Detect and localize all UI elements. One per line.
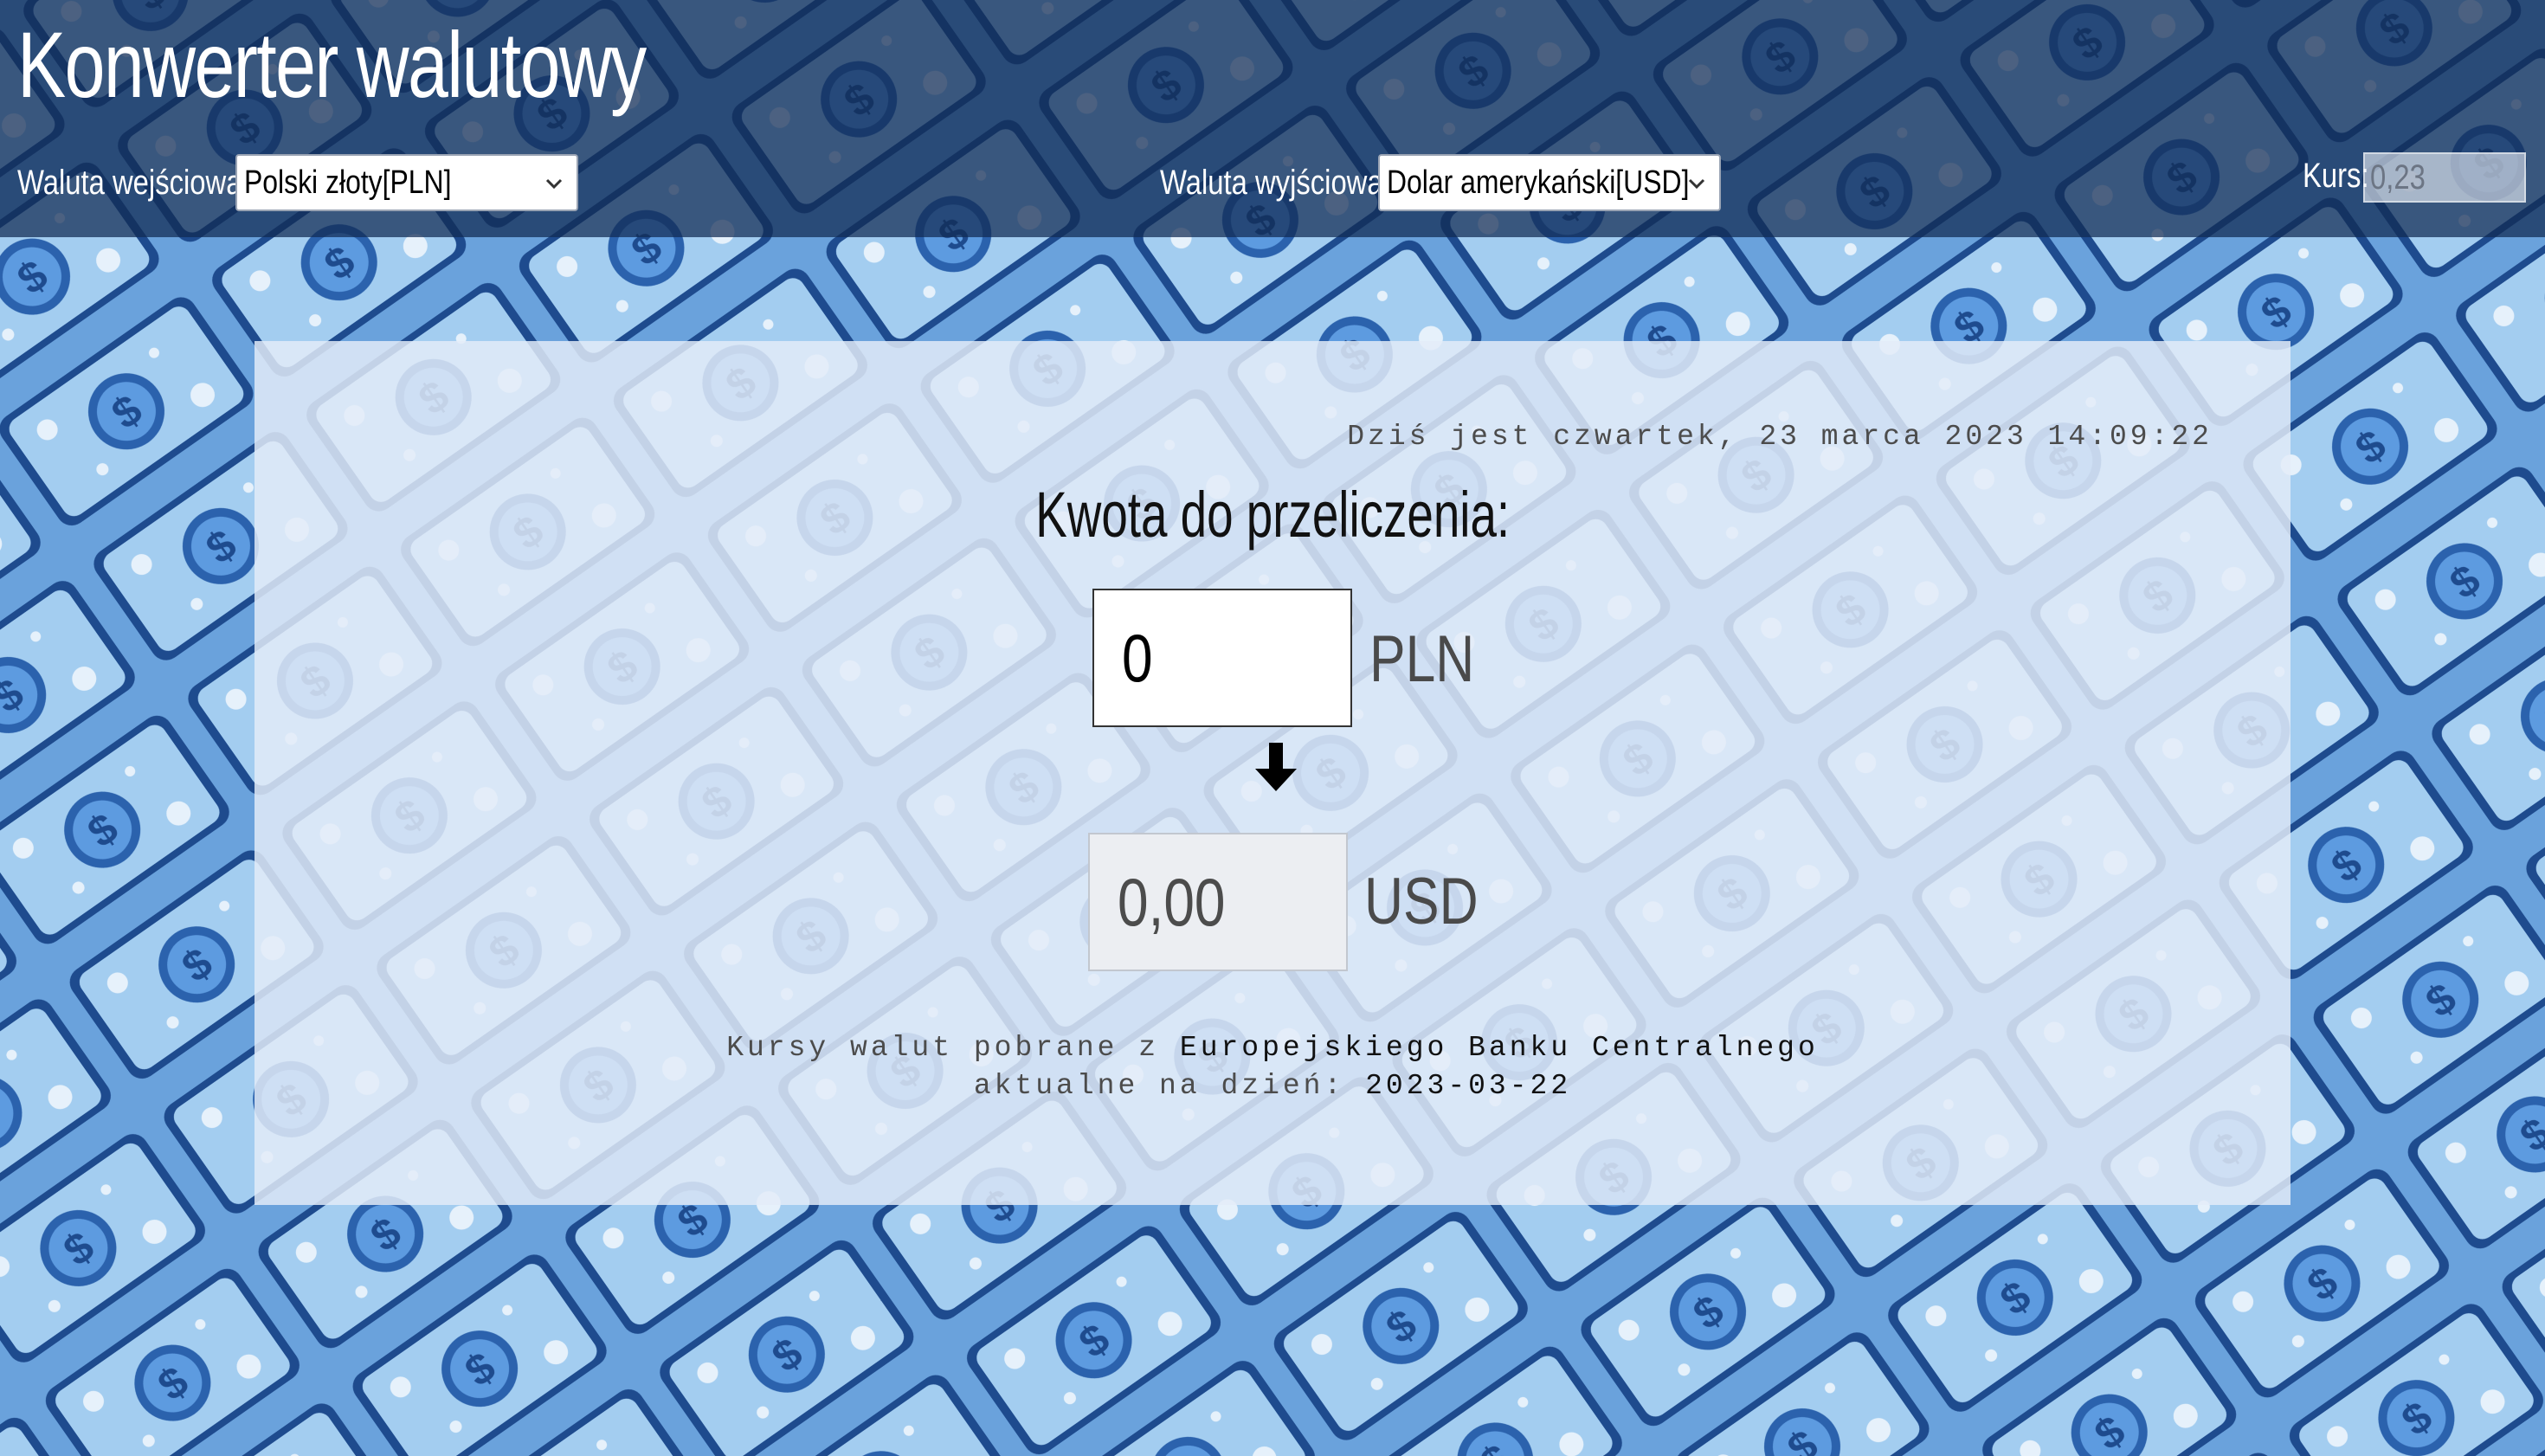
- input-currency-select-wrap: Polski złoty[PLN]: [235, 144, 578, 222]
- rate-label: Kurs:: [2303, 156, 2369, 195]
- amount-output: 0,00: [1088, 833, 1348, 971]
- chevron-down-icon: [1688, 178, 1705, 190]
- amount-output-value: 0,00: [1118, 863, 1226, 940]
- rate-value: 0,23: [2370, 158, 2426, 196]
- rates-source-bank: Europejskiego Banku Centralnego: [1179, 1032, 1819, 1064]
- converter-panel: Dziś jest czwartek, 23 marca 2023 14:09:…: [254, 341, 2290, 1205]
- amount-heading-text: Kwota do przeliczenia:: [1035, 479, 1510, 551]
- amount-input[interactable]: 0: [1092, 589, 1352, 727]
- input-currency-label: Waluta wejściowa:: [17, 163, 250, 202]
- top-bar: Konwerter walutowy Waluta wejściowa: Pol…: [0, 0, 2545, 237]
- output-unit: USD: [1364, 865, 1479, 938]
- input-currency-select[interactable]: Polski złoty[PLN]: [235, 154, 578, 211]
- arrow-down-icon: [1255, 743, 1297, 791]
- rates-source: Kursy walut pobrane z Europejskiego Bank…: [254, 1032, 2290, 1064]
- amount-input-value: 0: [1122, 619, 1153, 696]
- rates-updated-prefix: aktualne na dzień:: [973, 1070, 1345, 1102]
- chevron-down-icon: [545, 178, 563, 190]
- output-currency-select-wrap: Dolar amerykański[USD]: [1378, 144, 1721, 222]
- input-unit: PLN: [1369, 622, 1475, 696]
- output-currency-value: Dolar amerykański[USD]: [1387, 164, 1690, 201]
- rates-updated: aktualne na dzień: 2023-03-22: [254, 1070, 2290, 1102]
- amount-heading: Kwota do przeliczenia:: [254, 478, 2290, 551]
- current-date: Dziś jest czwartek, 23 marca 2023 14:09:…: [1347, 421, 2213, 453]
- app-title: Konwerter walutowy: [17, 12, 647, 117]
- output-currency-select[interactable]: Dolar amerykański[USD]: [1378, 154, 1721, 211]
- output-currency-label: Waluta wyjściowa:: [1160, 163, 1391, 202]
- rate-field: 0,23: [2363, 152, 2526, 203]
- rates-source-prefix: Kursy walut pobrane z: [726, 1032, 1160, 1064]
- input-currency-value: Polski złoty[PLN]: [244, 164, 452, 201]
- rates-updated-date: 2023-03-22: [1365, 1070, 1572, 1102]
- rate-field-wrap: 0,23: [2363, 147, 2526, 208]
